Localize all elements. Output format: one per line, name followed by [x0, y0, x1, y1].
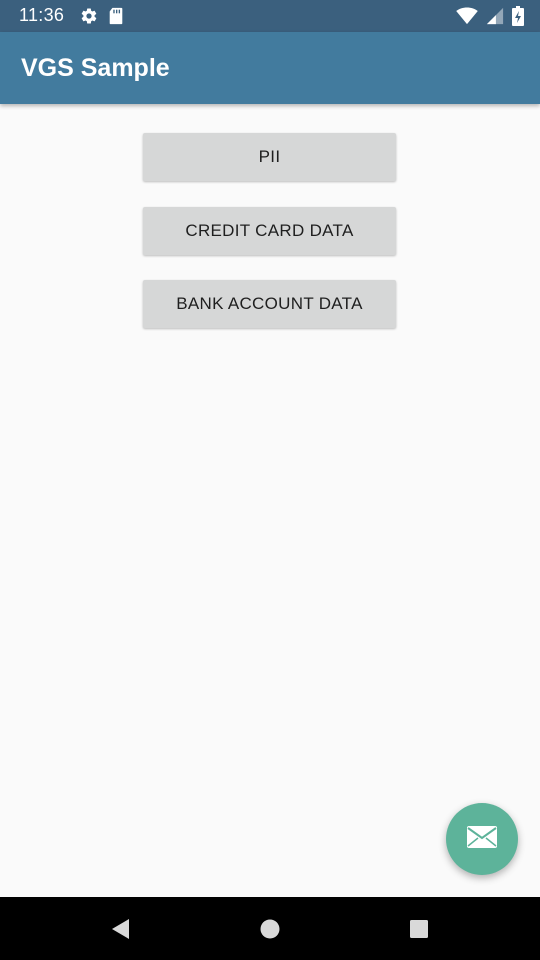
bank-account-data-button-label: BANK ACCOUNT DATA [176, 294, 363, 313]
pii-button-label: PII [258, 147, 281, 166]
wifi-icon [456, 7, 478, 30]
status-time: 11:36 [19, 5, 65, 25]
sd-card-icon [108, 7, 124, 30]
status-bar: 11:36 [0, 0, 540, 32]
app-bar: VGS Sample [0, 32, 540, 104]
navigation-bar [0, 897, 540, 960]
credit-card-data-button[interactable]: CREDIT CARD DATA [143, 207, 396, 255]
home-icon[interactable] [257, 916, 283, 942]
mail-icon [466, 825, 498, 854]
bank-account-data-button[interactable]: BANK ACCOUNT DATA [143, 280, 396, 328]
credit-card-data-button-label: CREDIT CARD DATA [185, 221, 354, 240]
pii-button[interactable]: PII [143, 133, 396, 181]
battery-icon [512, 6, 524, 31]
recents-icon[interactable] [406, 916, 432, 942]
signal-icon [486, 7, 504, 30]
app-title: VGS Sample [21, 54, 170, 82]
mail-fab-button[interactable] [446, 803, 518, 875]
settings-icon [80, 7, 98, 30]
back-icon[interactable] [107, 916, 133, 942]
